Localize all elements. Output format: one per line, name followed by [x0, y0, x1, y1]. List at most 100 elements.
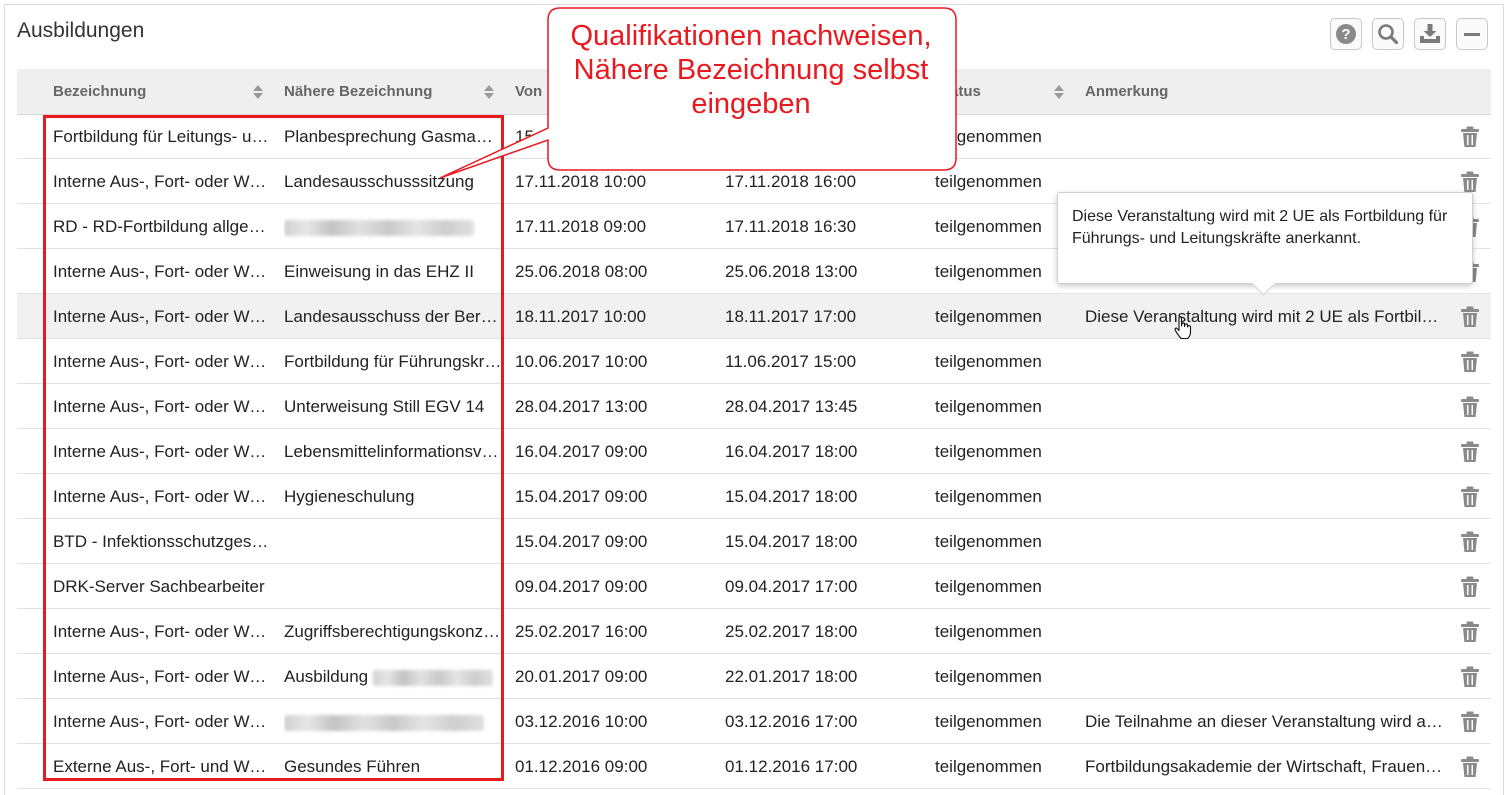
cell-bis: 25.06.2018 13:00	[725, 262, 858, 281]
trash-icon[interactable]	[1460, 666, 1480, 688]
cell-bis: 15.04.2017 18:00	[725, 532, 858, 551]
cell-naehere-bezeichnung: Planbesprechung Gasmangellage	[284, 127, 502, 146]
cell-von: 15.04.2017 09:00	[515, 487, 648, 506]
cell-anmerkung	[1085, 114, 1445, 158]
table-row[interactable]: Interne Aus-, Fort- oder Weiterbildung U…	[17, 384, 1491, 429]
cell-von: 28.04.2017 13:00	[515, 397, 648, 416]
column-header-von[interactable]: Von	[515, 69, 542, 114]
export-button[interactable]	[1414, 18, 1446, 50]
callout-text: Qualifikationen nachweisen, Nähere Bezei…	[570, 20, 932, 120]
svg-text:?: ?	[1341, 26, 1350, 43]
trash-icon[interactable]	[1460, 396, 1480, 418]
cell-naehere-bezeichnung: Landesausschusssitzung	[284, 172, 474, 191]
cell-naehere-bezeichnung: Gesundes Führen	[284, 757, 421, 776]
cell-naehere-bezeichnung: Zugriffsberechtigungskonzept	[284, 622, 502, 641]
cell-status: teilgenommen	[935, 667, 1042, 686]
cell-von: 16.04.2017 09:00	[515, 442, 648, 461]
sort-icon[interactable]	[483, 84, 495, 100]
cell-naehere-bezeichnung	[284, 564, 502, 608]
trash-icon[interactable]	[1460, 531, 1480, 553]
cell-bis: 22.01.2017 18:00	[725, 667, 858, 686]
cell-anmerkung[interactable]: Diese Veranstaltung wird mit 2 UE als Fo…	[1085, 294, 1445, 338]
table-row[interactable]: Interne Aus-, Fort- oder Weiterbildung L…	[17, 429, 1491, 474]
column-header-bezeichnung[interactable]: Bezeichnung	[53, 69, 146, 114]
cell-von: 15.04.2017 09:00	[515, 532, 648, 551]
cell-von: 10.06.2017 10:00	[515, 352, 648, 371]
cell-naehere-text: Ausbildung	[284, 667, 369, 686]
cell-status: teilgenommen	[935, 307, 1042, 326]
cell-anmerkung	[1085, 474, 1445, 518]
column-header-naehere-bezeichnung[interactable]: Nähere Bezeichnung	[284, 69, 432, 114]
sort-icon[interactable]	[1053, 84, 1065, 100]
table-row[interactable]: Interne Aus-, Fort- oder Weiterbildung Z…	[17, 609, 1491, 654]
cell-bezeichnung: Interne Aus-, Fort- oder Weiterbildung	[53, 667, 273, 686]
cell-anmerkung	[1085, 609, 1445, 653]
cell-anmerkung	[1085, 384, 1445, 428]
help-button[interactable]: ?	[1330, 18, 1362, 50]
column-header-anmerkung[interactable]: Anmerkung	[1085, 69, 1168, 114]
table-row[interactable]: Externe Aus-, Fort- und Weiterbildung Ge…	[17, 744, 1491, 789]
cell-bezeichnung: RD - RD-Fortbildung allgemein	[53, 217, 273, 236]
cell-bezeichnung: Interne Aus-, Fort- oder Weiterbildung	[53, 172, 273, 191]
cell-bezeichnung: Interne Aus-, Fort- oder Weiterbildung	[53, 712, 273, 731]
table-row[interactable]: Interne Aus-, Fort- oder Weiterbildung L…	[17, 294, 1491, 339]
table-row[interactable]: Interne Aus-, Fort- oder Weiterbildung H…	[17, 474, 1491, 519]
table-row[interactable]: DRK-Server Sachbearbeiter 09.04.2017 09:…	[17, 564, 1491, 609]
anmerkung-tooltip: Diese Veranstaltung wird mit 2 UE als Fo…	[1057, 192, 1473, 296]
minus-icon	[1464, 33, 1480, 36]
cell-naehere-bezeichnung: Landesausschuss der Bereitschaften	[284, 307, 502, 326]
cell-bis: 18.11.2017 17:00	[725, 307, 857, 326]
trash-icon[interactable]	[1460, 756, 1480, 778]
collapse-button[interactable]	[1456, 18, 1488, 50]
cell-bezeichnung: Interne Aus-, Fort- oder Weiterbildung	[53, 397, 273, 416]
search-button[interactable]	[1372, 18, 1404, 50]
cell-bezeichnung: Interne Aus-, Fort- oder Weiterbildung	[53, 262, 273, 281]
cell-anmerkung	[1085, 564, 1445, 608]
tooltip-text: Diese Veranstaltung wird mit 2 UE als Fo…	[1072, 208, 1448, 247]
cell-anmerkung: Fortbildungsakademie der Wirtschaft, Fra…	[1085, 757, 1445, 776]
question-circle-icon: ?	[1336, 24, 1356, 44]
table-row[interactable]: BTD - Infektionsschutzgesetz 15.04.2017 …	[17, 519, 1491, 564]
cell-bezeichnung: Externe Aus-, Fort- und Weiterbildung	[53, 757, 273, 776]
cell-anmerkung: Die Teilnahme an dieser Veranstaltung wi…	[1085, 712, 1445, 731]
trash-icon[interactable]	[1460, 486, 1480, 508]
cell-bezeichnung: Interne Aus-, Fort- oder Weiterbildung	[53, 622, 273, 641]
trash-icon[interactable]	[1460, 711, 1480, 733]
search-icon	[1378, 24, 1399, 45]
cell-von: 20.01.2017 09:00	[515, 667, 648, 686]
cell-bis: 09.04.2017 17:00	[725, 577, 858, 596]
trash-icon[interactable]	[1460, 576, 1480, 598]
trash-icon[interactable]	[1460, 306, 1480, 328]
table-row[interactable]: Interne Aus-, Fort- oder Weiterbildung 0…	[17, 699, 1491, 744]
cell-bis: 25.02.2017 18:00	[725, 622, 858, 641]
cell-naehere-bezeichnung: Ausbildung	[284, 654, 502, 698]
cell-status: teilgenommen	[935, 712, 1042, 731]
trash-icon[interactable]	[1460, 621, 1480, 643]
cell-bezeichnung: DRK-Server Sachbearbeiter	[53, 577, 265, 596]
cell-naehere-bezeichnung: Hygieneschulung	[284, 487, 415, 506]
trash-icon[interactable]	[1460, 171, 1480, 193]
cell-naehere-bezeichnung: Lebensmittelinformationsverordnung	[284, 442, 502, 461]
cell-bis: 16.04.2017 18:00	[725, 442, 858, 461]
cell-bis: 28.04.2017 13:45	[725, 397, 858, 416]
cell-status: teilgenommen	[935, 262, 1042, 281]
cell-bis: 15.04.2017 18:00	[725, 487, 858, 506]
cell-von: 18.11.2017 10:00	[515, 307, 647, 326]
trash-icon[interactable]	[1460, 351, 1480, 373]
cell-anmerkung	[1085, 654, 1445, 698]
cell-von: 25.06.2018 08:00	[515, 262, 648, 281]
cell-bezeichnung: Fortbildung für Leitungs- und Führungskr…	[53, 127, 273, 146]
table-row[interactable]: Interne Aus-, Fort- oder Weiterbildung A…	[17, 654, 1491, 699]
cell-status: teilgenommen	[935, 172, 1042, 191]
cell-naehere-bezeichnung-redacted	[284, 204, 502, 248]
cell-status: teilgenommen	[935, 217, 1042, 236]
cell-status: teilgenommen	[935, 442, 1042, 461]
cell-bezeichnung: Interne Aus-, Fort- oder Weiterbildung	[53, 487, 273, 506]
sort-icon[interactable]	[252, 84, 264, 100]
cell-bis: 11.06.2017 15:00	[725, 352, 857, 371]
table-row[interactable]: Interne Aus-, Fort- oder Weiterbildung F…	[17, 339, 1491, 384]
trash-icon[interactable]	[1460, 126, 1480, 148]
cell-naehere-bezeichnung: Unterweisung Still EGV 14	[284, 397, 485, 416]
trash-icon[interactable]	[1460, 441, 1480, 463]
cell-status: teilgenommen	[935, 487, 1042, 506]
